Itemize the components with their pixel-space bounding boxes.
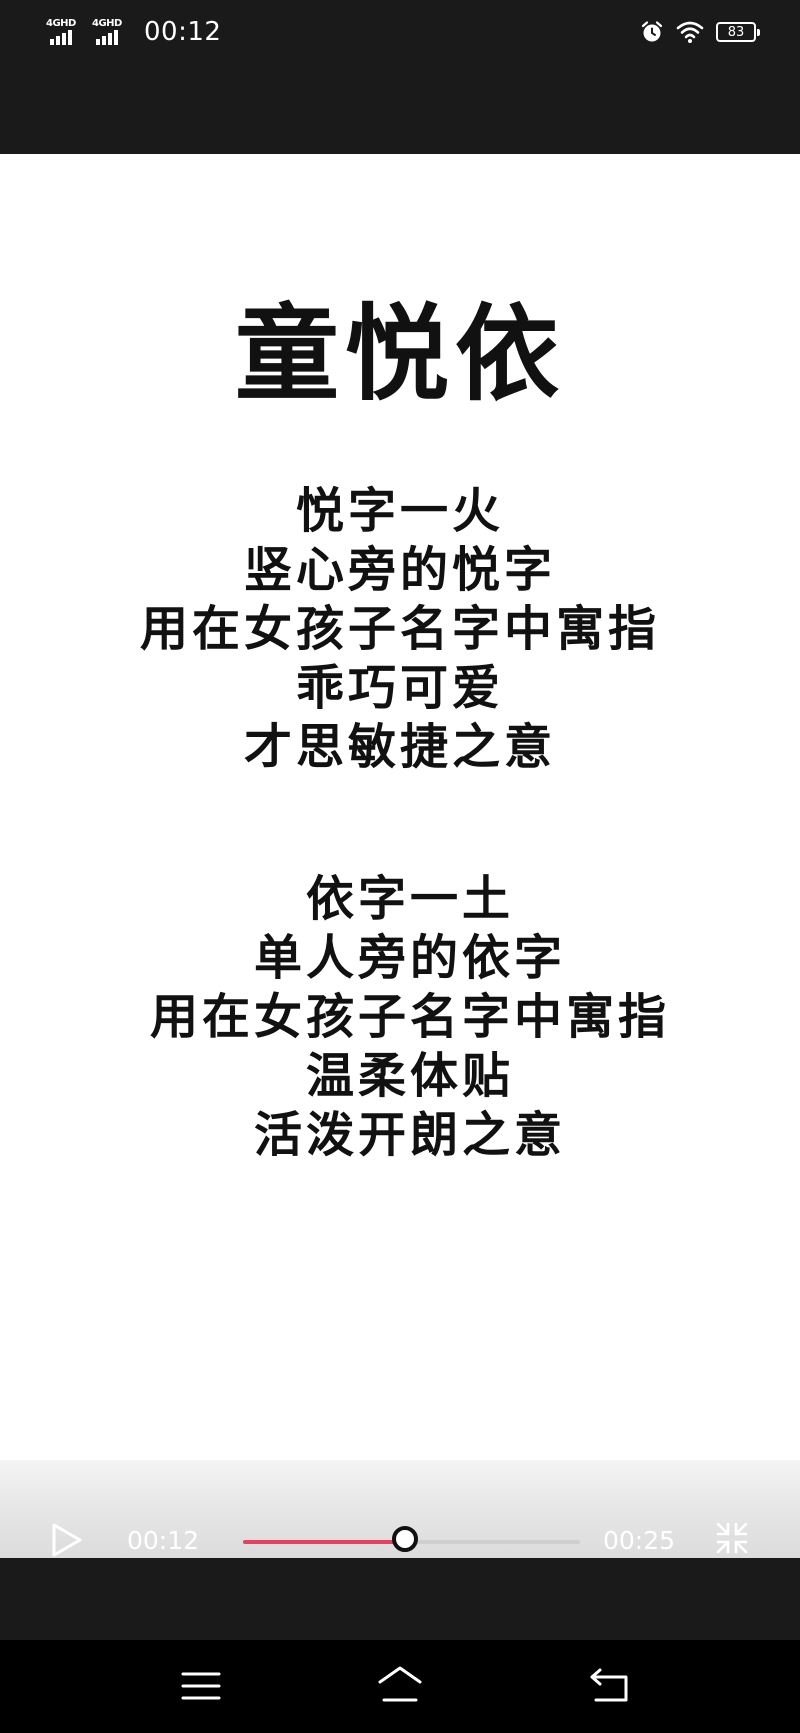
poem-line: 依字一土 — [305, 871, 514, 927]
progress-bar[interactable] — [243, 1526, 580, 1552]
poem-line: 悦字一火 — [295, 483, 504, 539]
play-icon[interactable] — [50, 1522, 84, 1558]
phone-screen: 4GHD 4GHD 00:12 83 童悦依 悦字一火 竖心旁的悦字 用在女孩子… — [0, 0, 800, 1733]
home-icon[interactable] — [374, 1662, 426, 1710]
back-icon[interactable] — [584, 1662, 636, 1710]
status-left: 4GHD 4GHD 00:12 — [46, 14, 221, 50]
poem-line: 活泼开朗之意 — [253, 1107, 566, 1163]
network-type-1: 4GHD — [46, 18, 76, 29]
poem-block-2: 依字一土 单人旁的依字 用在女孩子名字中寓指 温柔体贴 活泼开朗之意 — [10, 870, 800, 1165]
progress-fill — [243, 1540, 405, 1544]
current-time: 00:12 — [127, 1526, 200, 1555]
video-frame[interactable]: 童悦依 悦字一火 竖心旁的悦字 用在女孩子名字中寓指 乖巧可爱 才思敏捷之意 依… — [0, 154, 800, 1558]
poem-line: 用在女孩子名字中寓指 — [149, 989, 670, 1045]
signal-icon: 4GHD — [46, 17, 82, 47]
poem-line: 温柔体贴 — [305, 1048, 514, 1104]
total-time: 00:25 — [603, 1526, 676, 1555]
menu-icon[interactable] — [175, 1662, 227, 1710]
navigation-bar — [0, 1640, 800, 1733]
battery-icon: 83 — [716, 22, 760, 42]
poem-line: 乖巧可爱 — [295, 660, 504, 716]
wifi-icon — [676, 21, 704, 43]
status-bar: 4GHD 4GHD 00:12 83 — [0, 0, 800, 154]
battery-level: 83 — [727, 24, 745, 40]
alarm-icon — [641, 21, 663, 42]
poem-line: 单人旁的依字 — [253, 930, 566, 986]
exit-fullscreen-icon[interactable] — [714, 1520, 750, 1556]
poem-line: 竖心旁的悦字 — [243, 542, 556, 598]
signal-icon: 4GHD — [92, 17, 128, 47]
network-type-2: 4GHD — [92, 18, 122, 29]
player-bottom-band — [0, 1558, 800, 1640]
poem-line: 才思敏捷之意 — [243, 719, 556, 775]
page-title: 童悦依 — [234, 292, 565, 415]
poem-line: 用在女孩子名字中寓指 — [139, 601, 660, 657]
poem-block-1: 悦字一火 竖心旁的悦字 用在女孩子名字中寓指 乖巧可爱 才思敏捷之意 — [0, 482, 800, 777]
status-time: 00:12 — [144, 17, 222, 47]
status-right: 83 — [640, 16, 760, 48]
progress-thumb[interactable] — [391, 1526, 418, 1552]
